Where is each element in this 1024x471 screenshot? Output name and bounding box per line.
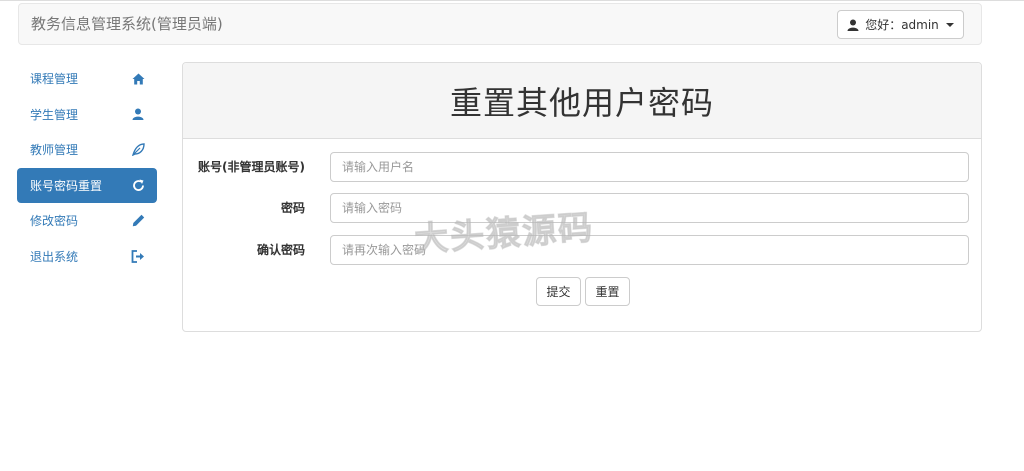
chevron-down-icon — [945, 22, 954, 27]
form-row-confirm-password: 确认密码 — [183, 235, 983, 265]
confirm-password-label: 确认密码 — [256, 243, 305, 257]
sidebar-item-change-password[interactable]: 修改密码 — [17, 203, 157, 238]
top-border-line — [0, 0, 1024, 1]
sidebar-item-course-management[interactable]: 课程管理 — [17, 61, 157, 96]
home-icon — [131, 72, 145, 86]
sidebar-item-account-password-reset[interactable]: 账号密码重置 — [17, 167, 157, 203]
panel-heading: 重置其他用户密码 — [183, 63, 981, 139]
sidebar-item-label: 课程管理 — [30, 72, 79, 86]
confirm-password-input[interactable] — [330, 235, 969, 265]
sidebar-nav: 课程管理 学生管理 教师管理 账号密码重置 修改密码 退出系统 — [17, 61, 157, 274]
page-title: 重置其他用户密码 — [449, 83, 714, 122]
logout-icon — [131, 249, 145, 263]
submit-button[interactable]: 提交 — [536, 277, 581, 306]
refresh-icon — [131, 178, 145, 192]
sidebar-item-teacher-management[interactable]: 教师管理 — [17, 132, 157, 167]
sidebar-item-label: 账号密码重置 — [30, 178, 103, 193]
user-icon — [847, 19, 859, 31]
reset-button[interactable]: 重置 — [585, 277, 630, 306]
username-input[interactable] — [330, 152, 969, 182]
reset-password-panel: 重置其他用户密码 账号(非管理员账号) 密码 确认密码 提交 重置 — [182, 62, 982, 332]
top-navbar: 教务信息管理系统(管理员端) 您好：admin — [18, 3, 982, 45]
app-brand-title[interactable]: 教务信息管理系统(管理员端) — [31, 4, 223, 44]
sidebar-item-label: 学生管理 — [30, 107, 79, 122]
pencil-icon — [131, 214, 145, 228]
user-menu-button[interactable]: 您好：admin — [837, 10, 964, 39]
sidebar-item-label: 教师管理 — [30, 143, 79, 157]
form-row-password: 密码 — [183, 193, 983, 223]
sidebar-item-label: 修改密码 — [30, 214, 79, 228]
leaf-icon — [131, 143, 145, 157]
sidebar-item-logout[interactable]: 退出系统 — [17, 239, 157, 274]
form-row-account: 账号(非管理员账号) — [183, 152, 983, 182]
account-label: 账号(非管理员账号) — [198, 160, 305, 174]
sidebar-item-label: 退出系统 — [30, 249, 79, 264]
password-input[interactable] — [330, 193, 969, 223]
user-icon — [131, 107, 145, 121]
password-label: 密码 — [280, 201, 305, 215]
user-greeting-label: 您好：admin — [865, 18, 939, 32]
sidebar-item-student-management[interactable]: 学生管理 — [17, 97, 157, 132]
